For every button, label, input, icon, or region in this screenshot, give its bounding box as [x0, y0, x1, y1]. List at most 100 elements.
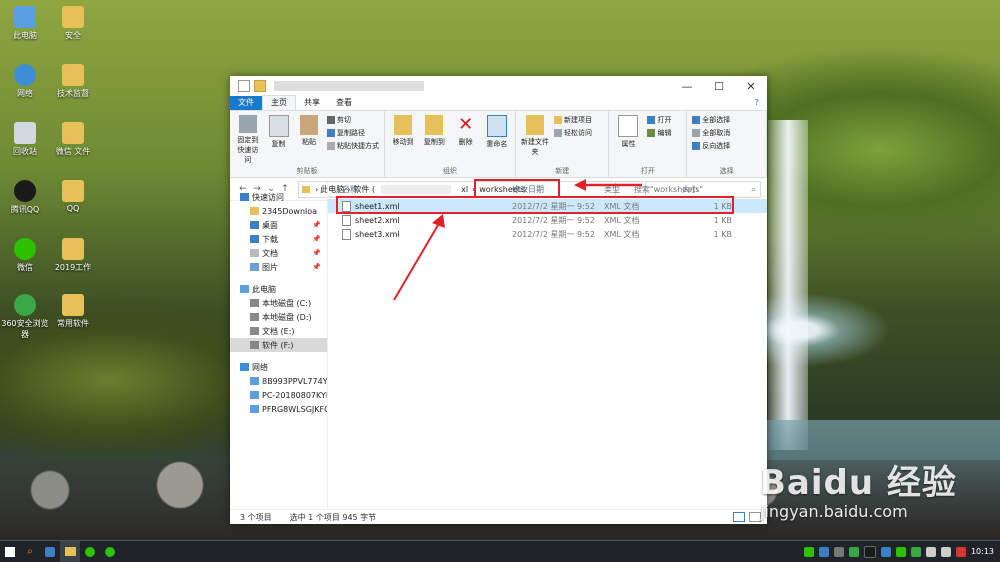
desktop-icon-recycle-bin[interactable]: 回收站	[0, 122, 50, 157]
copy-to-button[interactable]: 复制到	[421, 115, 447, 165]
taskbar-app[interactable]	[100, 541, 120, 562]
nav-network-computer[interactable]: PFRG8WLSGJKFG	[230, 402, 327, 416]
properties-button[interactable]: 属性	[614, 115, 642, 165]
organize-group: 移动到 复制到 ✕ 删除 重命名 组织	[385, 111, 516, 177]
desktop-icon-folder[interactable]: 微信 文件	[48, 122, 98, 157]
properties-icon[interactable]	[238, 80, 250, 92]
nav-item-documents[interactable]: 文档 📌	[230, 246, 327, 260]
file-date: 2012/7/2 星期一 9:52	[512, 215, 595, 225]
new-item-button[interactable]: 新建项目	[554, 115, 592, 125]
cut-button[interactable]: 剪切	[327, 115, 379, 125]
new-folder-icon[interactable]	[254, 80, 266, 92]
nav-quick-access[interactable]: 快速访问	[230, 190, 327, 204]
title-bar[interactable]: — ☐ ✕	[230, 76, 767, 96]
watermark-url: jingyan.baidu.com	[760, 502, 908, 521]
nav-item-downloads[interactable]: 下载 📌	[230, 232, 327, 246]
drive-icon	[250, 341, 259, 349]
new-folder-button[interactable]: 新建文件夹	[521, 115, 549, 165]
nav-drive-f[interactable]: 软件 (F:)	[230, 338, 327, 352]
new-small-buttons: 新建项目 轻松访问	[554, 115, 592, 165]
rename-button[interactable]: 重命名	[484, 115, 510, 165]
desktop-icon-folder[interactable]: 2019工作	[48, 238, 98, 273]
file-row[interactable]: sheet3.xml 2012/7/2 星期一 9:52 XML 文档 1 KB	[328, 227, 767, 241]
minimize-button[interactable]: —	[671, 80, 703, 93]
desktop-icon-network[interactable]: 网络	[0, 64, 50, 99]
desktop-icon-360-browser[interactable]: 360安全浏览器	[0, 294, 50, 340]
select-all-button[interactable]: 全部选择	[692, 115, 730, 125]
network-icon[interactable]	[925, 546, 936, 557]
easy-access-button[interactable]: 轻松访问	[554, 128, 592, 138]
file-date: 2012/7/2 星期一 9:52	[512, 229, 595, 239]
file-row[interactable]: sheet2.xml 2012/7/2 星期一 9:52 XML 文档 1 KB	[328, 213, 767, 227]
edit-button[interactable]: 编辑	[647, 128, 671, 138]
copy-icon	[268, 115, 289, 137]
taskbar-file-explorer[interactable]	[60, 541, 80, 562]
ime-icon[interactable]	[955, 546, 966, 557]
file-type: XML 文档	[604, 215, 640, 225]
pin-icon[interactable]: 📌	[312, 235, 321, 243]
tray-app-icon[interactable]	[895, 546, 906, 557]
desktop-icon-folder[interactable]: QQ	[48, 180, 98, 213]
tray-app-icon[interactable]	[910, 546, 921, 557]
maximize-button[interactable]: ☐	[703, 80, 735, 93]
rename-icon	[486, 115, 507, 137]
search-button[interactable]: ⌕	[20, 541, 40, 562]
tray-app-icon[interactable]	[863, 545, 876, 558]
column-name[interactable]: 名称	[328, 184, 512, 195]
qq-icon	[14, 180, 36, 202]
nav-drive-d[interactable]: 本地磁盘 (D:)	[230, 310, 327, 324]
start-button[interactable]	[0, 541, 20, 562]
folder-icon	[62, 64, 84, 86]
tab-file[interactable]: 文件	[230, 96, 262, 110]
paste-shortcut-button[interactable]: 粘贴快捷方式	[327, 141, 379, 151]
copy-button[interactable]: 复制	[266, 115, 292, 165]
wallpaper-waterfall	[768, 120, 808, 450]
nav-item-downloads-folder[interactable]: 2345Downloa	[230, 204, 327, 218]
nav-drive-c[interactable]: 本地磁盘 (C:)	[230, 296, 327, 310]
nav-network-computer[interactable]: PC-20180807KYH	[230, 388, 327, 402]
nav-network-computer[interactable]: 8B993PPVL774Y5	[230, 374, 327, 388]
desktop-icon-folder[interactable]: 技术监督	[48, 64, 98, 99]
clock[interactable]: 10:13	[971, 547, 994, 556]
tray-app-icon[interactable]	[833, 546, 844, 557]
select-none-button[interactable]: 全部取消	[692, 128, 730, 138]
desktop-icon-this-pc[interactable]: 此电脑	[0, 6, 50, 41]
help-icon[interactable]: ?	[747, 96, 767, 110]
tray-app-icon[interactable]	[848, 546, 859, 557]
bluetooth-icon[interactable]	[880, 546, 891, 557]
desktop-icon-qq[interactable]: 腾讯QQ	[0, 180, 50, 215]
tab-share[interactable]: 共享	[296, 96, 328, 110]
nav-network[interactable]: 网络	[230, 360, 327, 374]
tab-home[interactable]: 主页	[262, 95, 296, 110]
taskbar-app[interactable]	[40, 541, 60, 562]
folder-icon	[64, 547, 76, 556]
tray-app-icon[interactable]	[803, 546, 814, 557]
volume-icon[interactable]	[940, 546, 951, 557]
desktop-icon-wechat[interactable]: 微信	[0, 238, 50, 273]
nav-this-pc[interactable]: 此电脑	[230, 282, 327, 296]
delete-button[interactable]: ✕ 删除	[453, 115, 479, 165]
pin-icon[interactable]: 📌	[312, 263, 321, 271]
paste-button[interactable]: 粘贴	[296, 115, 322, 165]
invert-selection-button[interactable]: 反向选择	[692, 141, 730, 151]
column-size[interactable]: 大小	[682, 184, 738, 195]
open-button[interactable]: 打开	[647, 115, 671, 125]
pin-icon[interactable]: 📌	[312, 249, 321, 257]
taskbar-app[interactable]	[80, 541, 100, 562]
nav-item-pictures[interactable]: 图片 📌	[230, 260, 327, 274]
search-icon: ⌕	[27, 546, 33, 557]
move-to-button[interactable]: 移动到	[390, 115, 416, 165]
tab-view[interactable]: 查看	[328, 96, 360, 110]
details-view-icon[interactable]	[733, 512, 745, 522]
pin-icon[interactable]: 📌	[312, 221, 321, 229]
desktop-icon-folder[interactable]: 常用软件	[48, 294, 98, 329]
nav-item-desktop[interactable]: 桌面 📌	[230, 218, 327, 232]
copy-path-button[interactable]: 复制路径	[327, 128, 379, 138]
taskbar: ⌕ 10:13	[0, 541, 1000, 562]
nav-drive-e[interactable]: 文档 (E:)	[230, 324, 327, 338]
pin-quick-access-button[interactable]: 固定到快速访问	[235, 115, 261, 165]
file-explorer-window: — ☐ ✕ 文件 主页 共享 查看 ? 固定到快速访问 复制 粘贴 剪切 复制路…	[230, 76, 767, 524]
desktop-icon-folder[interactable]: 安全	[48, 6, 98, 41]
tray-app-icon[interactable]	[818, 546, 829, 557]
close-button[interactable]: ✕	[735, 80, 767, 93]
